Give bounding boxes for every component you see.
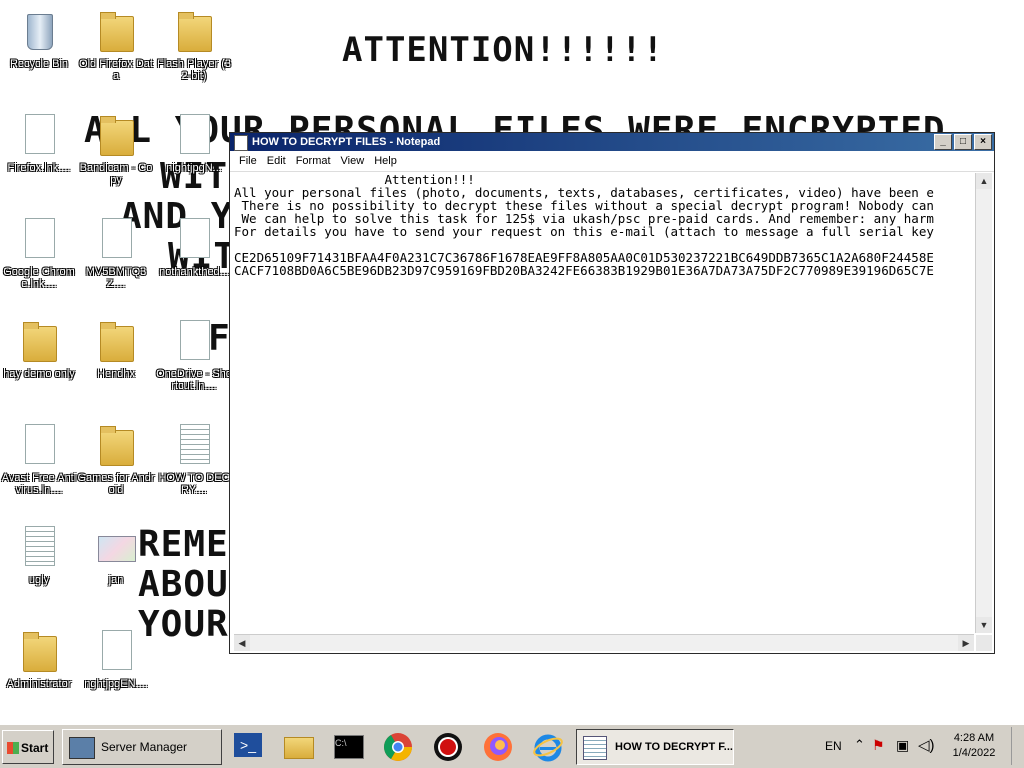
text-file-icon	[174, 420, 214, 468]
desktop-icon-firefox-lnk[interactable]: Firefox.lnk....	[0, 110, 78, 174]
clock-time: 4:28 AM	[953, 732, 995, 744]
taskbar-server-manager[interactable]: Server Manager	[62, 729, 222, 765]
clock-date: 1/4/2022	[952, 747, 996, 759]
folder-icon	[19, 626, 59, 674]
vertical-scrollbar[interactable]: ▲ ▼	[975, 173, 992, 633]
folder-icon	[174, 6, 214, 54]
menu-edit[interactable]: Edit	[262, 155, 291, 167]
powershell-icon[interactable]: >_	[232, 731, 264, 763]
desktop-icon-nghtjpg[interactable]: nghtjpgEN....	[77, 626, 155, 690]
file-icon	[19, 110, 59, 158]
menu-format[interactable]: Format	[291, 155, 336, 167]
menu-view[interactable]: View	[336, 155, 370, 167]
network-icon[interactable]: ▣	[896, 737, 909, 754]
notepad-title: HOW TO DECRYPT FILES - Notepad	[252, 136, 441, 148]
desktop-icon-hay-demo-only[interactable]: hay demo only	[0, 316, 78, 380]
windows-flag-icon	[7, 742, 19, 754]
desktop-icon-google-chrome-lnk[interactable]: Google Chrome.lnk....	[0, 214, 78, 290]
notepad-text-area[interactable]: Attention!!! All your personal files (pho…	[234, 173, 974, 633]
command-prompt-icon[interactable]: C:\	[332, 731, 364, 763]
notepad-window[interactable]: HOW TO DECRYPT FILES - Notepad _ □ × Fil…	[229, 132, 995, 654]
menu-file[interactable]: File	[234, 155, 262, 167]
notepad-icon	[583, 736, 607, 760]
clock[interactable]: 4:28 AM 1/4/2022	[950, 731, 998, 761]
desktop-icon-mv5bmtq[interactable]: MV5BMTQ3Z....	[77, 214, 155, 290]
desktop-icon-flash-player[interactable]: Flash Player (32-bit)	[155, 6, 233, 82]
minimize-button[interactable]: _	[934, 134, 952, 150]
language-indicator[interactable]: EN	[825, 739, 842, 753]
file-icon	[19, 214, 59, 262]
notepad-app-icon	[234, 135, 248, 151]
close-button[interactable]: ×	[974, 134, 992, 150]
file-icon	[96, 626, 136, 674]
file-explorer-icon[interactable]	[282, 731, 314, 763]
folder-icon	[96, 420, 136, 468]
record-icon[interactable]	[432, 731, 464, 763]
show-desktop-button[interactable]	[1011, 727, 1024, 765]
desktop-icon-games-for-android[interactable]: Games for Android	[77, 420, 155, 496]
file-icon	[19, 420, 59, 468]
desktop-icon-how-to-decrypt[interactable]: HOW TO DECRY....	[155, 420, 233, 496]
desktop-icon-recycle-bin[interactable]: Recycle Bin	[0, 6, 78, 70]
scroll-down-arrow-icon[interactable]: ▼	[976, 617, 992, 633]
folder-icon	[96, 316, 136, 364]
firefox-icon[interactable]	[482, 731, 514, 763]
desktop-icon-onedrive-shortcut[interactable]: OneDrive - Shortcut.ln....	[155, 316, 233, 392]
folder-icon	[96, 6, 136, 54]
folder-icon	[19, 316, 59, 364]
file-icon	[174, 214, 214, 262]
desktop-icon-ugly[interactable]: ugly	[0, 522, 78, 586]
action-center-flag-icon[interactable]: ⚑	[872, 737, 885, 754]
text-line: CACF7108BD0A6C5BE96DB23D97C959169FBD20BA…	[234, 263, 934, 278]
menu-help[interactable]: Help	[369, 155, 402, 167]
volume-icon[interactable]: ◁)	[918, 736, 935, 754]
file-icon	[174, 110, 214, 158]
internet-explorer-icon[interactable]	[532, 731, 564, 763]
maximize-button[interactable]: □	[954, 134, 972, 150]
folder-icon	[96, 110, 136, 158]
horizontal-scrollbar[interactable]: ◀ ▶	[234, 634, 974, 651]
scroll-right-arrow-icon[interactable]: ▶	[958, 635, 974, 651]
file-icon	[174, 316, 214, 364]
desktop-icon-avast[interactable]: Avast Free Antivirus.ln....	[0, 420, 78, 496]
show-hidden-icons-icon[interactable]: ⌃	[854, 737, 865, 753]
taskbar: Start Server Manager >_ C:\ HOW TO DECRY…	[0, 724, 1024, 768]
wallpaper-title: ATTENTION!!!!!!	[342, 30, 665, 70]
image-icon	[96, 522, 136, 570]
file-icon	[96, 214, 136, 262]
text-line: For details you have to send your reques…	[234, 224, 934, 239]
text-file-icon	[19, 522, 59, 570]
desktop-icon-administrator[interactable]: Administrator	[0, 626, 78, 690]
recycle-bin-icon	[19, 6, 59, 54]
chrome-icon[interactable]	[382, 731, 414, 763]
notepad-menubar: File Edit Format View Help	[230, 151, 994, 172]
desktop-icon-nothankthed[interactable]: nothankthed...	[155, 214, 233, 278]
scroll-left-arrow-icon[interactable]: ◀	[234, 635, 250, 651]
desktop-icon-jan[interactable]: jan	[77, 522, 155, 586]
server-manager-icon	[69, 737, 95, 759]
notepad-titlebar[interactable]: HOW TO DECRYPT FILES - Notepad _ □ ×	[230, 133, 994, 151]
desktop-icon-hendhx[interactable]: Hendhx	[77, 316, 155, 380]
taskbar-notepad-task[interactable]: HOW TO DECRYPT F...	[576, 729, 734, 765]
scroll-up-arrow-icon[interactable]: ▲	[976, 173, 992, 189]
start-button[interactable]: Start	[2, 730, 54, 764]
size-grip[interactable]	[976, 635, 992, 651]
desktop-icon-bandicam-copy[interactable]: Bandicam - Copy	[77, 110, 155, 186]
desktop-icon-nightjpg[interactable]: nightjpgN...	[155, 110, 233, 174]
desktop-icon-old-firefox-data[interactable]: Old Firefox Data	[77, 6, 155, 82]
